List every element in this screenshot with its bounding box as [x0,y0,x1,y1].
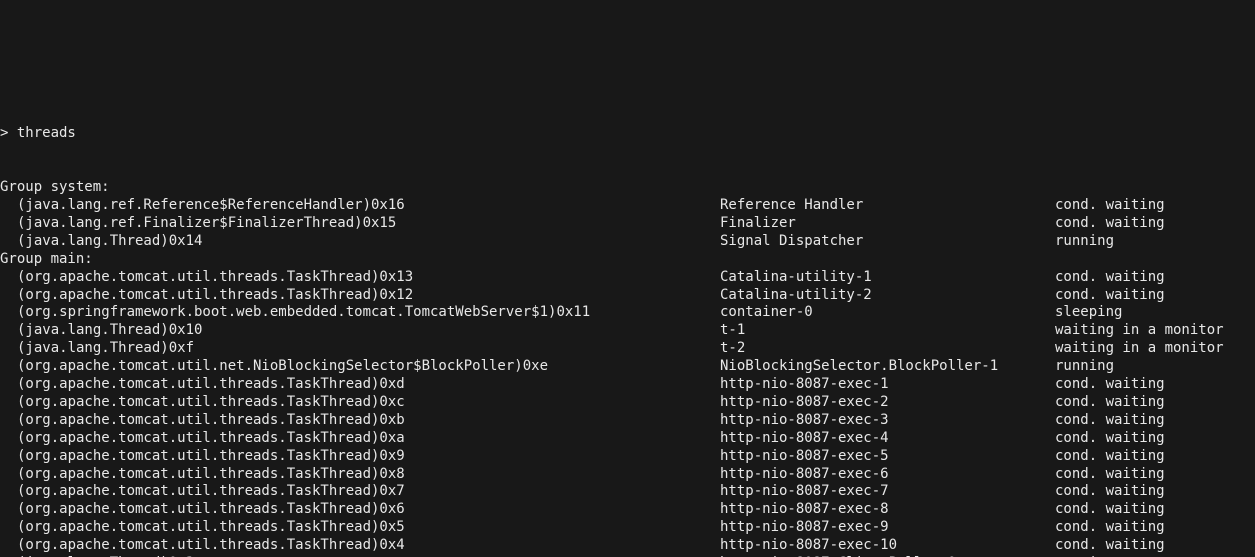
thread-class: (org.apache.tomcat.util.threads.TaskThre… [17,483,405,499]
thread-row: (org.apache.tomcat.util.threads.TaskThre… [0,412,1255,430]
thread-class: (java.lang.Thread)0x10 [17,322,202,338]
thread-name: Signal Dispatcher [720,233,1055,251]
thread-group-label: Group system: [0,179,1255,197]
thread-name: Catalina-utility-2 [720,287,1055,305]
thread-name: http-nio-8087-exec-8 [720,501,1055,519]
thread-class: (org.springframework.boot.web.embedded.t… [17,304,590,320]
thread-name: http-nio-8087-exec-4 [720,430,1055,448]
thread-state: cond. waiting [1055,376,1165,394]
thread-class: (java.lang.Thread)0x14 [17,233,202,249]
thread-state: waiting in a monitor [1055,322,1224,340]
thread-class: (org.apache.tomcat.util.threads.TaskThre… [17,466,405,482]
thread-row: (org.apache.tomcat.util.threads.TaskThre… [0,376,1255,394]
thread-row: (java.lang.ref.Reference$ReferenceHandle… [0,197,1255,215]
thread-state: cond. waiting [1055,537,1165,555]
thread-row: (java.lang.Thread)0xf t-2waiting in a mon… [0,340,1255,358]
thread-state: waiting in a monitor [1055,340,1224,358]
thread-name: http-nio-8087-exec-9 [720,519,1055,537]
thread-row: (org.apache.tomcat.util.net.NioBlockingS… [0,358,1255,376]
thread-class: (org.apache.tomcat.util.threads.TaskThre… [17,269,413,285]
thread-state: running [1055,358,1114,376]
thread-class: (org.apache.tomcat.util.threads.TaskThre… [17,448,405,464]
thread-name: http-nio-8087-exec-6 [720,466,1055,484]
thread-class: (org.apache.tomcat.util.threads.TaskThre… [17,394,405,410]
terminal-output[interactable]: > threads Group system:(java.lang.ref.Re… [0,90,1255,557]
thread-name: http-nio-8087-exec-10 [720,537,1055,555]
thread-row: (java.lang.ref.Finalizer$FinalizerThread… [0,215,1255,233]
thread-row: (org.apache.tomcat.util.threads.TaskThre… [0,287,1255,305]
thread-state: cond. waiting [1055,466,1165,484]
thread-name: Finalizer [720,215,1055,233]
thread-name: http-nio-8087-exec-5 [720,448,1055,466]
thread-state: running [1055,555,1114,557]
thread-row: (org.apache.tomcat.util.threads.TaskThre… [0,466,1255,484]
thread-name: http-nio-8087-exec-3 [720,412,1055,430]
thread-state: cond. waiting [1055,519,1165,537]
thread-class: (org.apache.tomcat.util.threads.TaskThre… [17,501,405,517]
thread-row: (org.springframework.boot.web.embedded.t… [0,304,1255,322]
thread-class: (java.lang.Thread)0x3 [17,555,194,557]
thread-row: (org.apache.tomcat.util.threads.TaskThre… [0,430,1255,448]
thread-class: (org.apache.tomcat.util.net.NioBlockingS… [17,358,548,374]
thread-row: (org.apache.tomcat.util.threads.TaskThre… [0,537,1255,555]
thread-name: t-2 [720,340,1055,358]
thread-class: (org.apache.tomcat.util.threads.TaskThre… [17,430,405,446]
thread-row: (java.lang.Thread)0x14 Signal Dispatcherr… [0,233,1255,251]
thread-state: cond. waiting [1055,215,1165,233]
thread-state: cond. waiting [1055,269,1165,287]
thread-class: (java.lang.Thread)0xf [17,340,194,356]
thread-state: cond. waiting [1055,394,1165,412]
thread-row: (org.apache.tomcat.util.threads.TaskThre… [0,501,1255,519]
thread-state: cond. waiting [1055,197,1165,215]
thread-name: t-1 [720,322,1055,340]
thread-row: (java.lang.Thread)0x3 http-nio-8087-Clien… [0,555,1255,557]
thread-state: cond. waiting [1055,430,1165,448]
thread-name: NioBlockingSelector.BlockPoller-1 [720,358,1055,376]
thread-state: cond. waiting [1055,483,1165,501]
thread-state: cond. waiting [1055,501,1165,519]
thread-state: cond. waiting [1055,287,1165,305]
thread-row: (org.apache.tomcat.util.threads.TaskThre… [0,394,1255,412]
thread-name: http-nio-8087-exec-1 [720,376,1055,394]
thread-class: (org.apache.tomcat.util.threads.TaskThre… [17,537,405,553]
thread-row: (org.apache.tomcat.util.threads.TaskThre… [0,448,1255,466]
thread-group-label: Group main: [0,251,1255,269]
thread-row: (org.apache.tomcat.util.threads.TaskThre… [0,269,1255,287]
thread-state: sleeping [1055,304,1122,322]
thread-class: (org.apache.tomcat.util.threads.TaskThre… [17,376,405,392]
thread-name: http-nio-8087-exec-2 [720,394,1055,412]
thread-row: (org.apache.tomcat.util.threads.TaskThre… [0,519,1255,537]
thread-class: (java.lang.ref.Reference$ReferenceHandle… [17,197,405,213]
command-line: > threads [0,125,1255,143]
thread-name: http-nio-8087-exec-7 [720,483,1055,501]
thread-row: (java.lang.Thread)0x10 t-1waiting in a mo… [0,322,1255,340]
thread-state: cond. waiting [1055,412,1165,430]
thread-state: cond. waiting [1055,448,1165,466]
thread-name: container-0 [720,304,1055,322]
thread-class: (org.apache.tomcat.util.threads.TaskThre… [17,287,413,303]
thread-name: Catalina-utility-1 [720,269,1055,287]
thread-class: (org.apache.tomcat.util.threads.TaskThre… [17,519,405,535]
thread-state: running [1055,233,1114,251]
thread-name: http-nio-8087-ClientPoller-0 [720,555,1055,557]
thread-class: (java.lang.ref.Finalizer$FinalizerThread… [17,215,396,231]
thread-row: (org.apache.tomcat.util.threads.TaskThre… [0,483,1255,501]
thread-name: Reference Handler [720,197,1055,215]
thread-class: (org.apache.tomcat.util.threads.TaskThre… [17,412,405,428]
